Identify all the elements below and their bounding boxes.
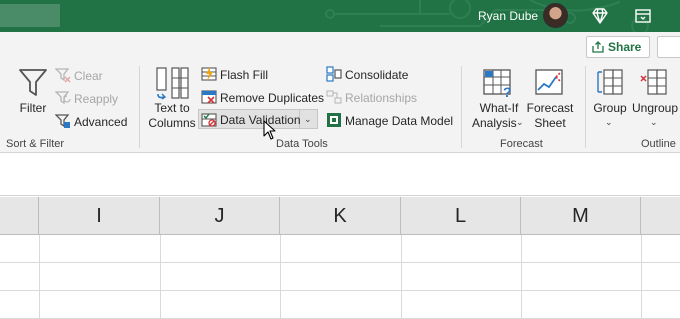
- remove-duplicates-button[interactable]: Remove Duplicates: [220, 91, 324, 105]
- ungroup-button[interactable]: Ungroup: [632, 101, 678, 115]
- column-header-l[interactable]: L: [401, 197, 521, 235]
- consolidate-icon: [326, 66, 342, 82]
- grid-line: [641, 235, 642, 319]
- advanced-button[interactable]: Advanced: [74, 115, 127, 129]
- text-to-columns-line1[interactable]: Text to: [146, 101, 198, 115]
- outline-group-label: Outline: [641, 138, 676, 150]
- relationships-button[interactable]: Relationships: [345, 91, 417, 105]
- grid-line: [39, 235, 40, 319]
- clear-filter-icon: [55, 68, 71, 83]
- cell-grid[interactable]: [0, 235, 680, 319]
- ungroup-dropdown-icon[interactable]: ⌄: [650, 117, 658, 128]
- text-to-columns-icon: [156, 67, 189, 100]
- relationships-icon: [326, 90, 342, 104]
- svg-text:?: ?: [503, 84, 512, 99]
- what-if-dropdown-icon[interactable]: ⌄: [516, 117, 524, 128]
- comments-button[interactable]: [657, 36, 680, 58]
- group-button[interactable]: Group: [590, 101, 630, 115]
- column-header-k[interactable]: K: [280, 197, 401, 235]
- advanced-filter-icon: [55, 114, 70, 128]
- group-separator: [139, 66, 140, 148]
- grid-row[interactable]: [0, 235, 680, 263]
- grid-row[interactable]: [0, 291, 680, 319]
- column-header-i[interactable]: I: [39, 197, 160, 235]
- what-if-analysis-line2[interactable]: Analysis: [472, 116, 517, 130]
- user-name[interactable]: Ryan Dube: [478, 9, 538, 23]
- column-header-partial[interactable]: [0, 197, 39, 235]
- group-separator: [461, 66, 462, 148]
- ribbon: Share Filter Clear Reapply Advanced Sort…: [0, 32, 680, 153]
- data-validation-icon: [201, 113, 217, 127]
- grid-line: [160, 235, 161, 319]
- data-tools-group-label: Data Tools: [276, 138, 328, 150]
- grid-line: [280, 235, 281, 319]
- flash-fill-icon: [201, 67, 217, 81]
- text-to-columns-line2[interactable]: Columns: [146, 116, 198, 130]
- manage-data-model-button[interactable]: Manage Data Model: [345, 114, 453, 128]
- grid-line: [401, 235, 402, 319]
- ungroup-icon: [640, 69, 667, 95]
- data-validation-dropdown-icon[interactable]: ⌄: [304, 114, 312, 125]
- flash-fill-button[interactable]: Flash Fill: [220, 68, 268, 82]
- grid-row[interactable]: [0, 263, 680, 291]
- formula-bar-area[interactable]: [0, 154, 680, 196]
- manage-data-model-icon: [327, 113, 341, 127]
- forecast-sheet-line1[interactable]: Forecast: [524, 101, 576, 115]
- column-header-m[interactable]: M: [521, 197, 641, 235]
- share-icon: [592, 41, 604, 53]
- grid-line: [521, 235, 522, 319]
- clear-button[interactable]: Clear: [74, 69, 103, 83]
- column-header-j[interactable]: J: [160, 197, 280, 235]
- mouse-cursor-icon: [263, 120, 276, 140]
- user-avatar[interactable]: [543, 3, 568, 28]
- reapply-icon: [55, 91, 71, 105]
- filter-button[interactable]: Filter: [15, 101, 51, 115]
- group-separator: [585, 66, 586, 148]
- search-box[interactable]: [0, 4, 60, 27]
- consolidate-button[interactable]: Consolidate: [345, 68, 408, 82]
- forecast-sheet-line2[interactable]: Sheet: [524, 116, 576, 130]
- group-dropdown-icon[interactable]: ⌄: [605, 117, 613, 128]
- what-if-analysis-icon: ?: [483, 69, 512, 99]
- share-label: Share: [608, 40, 642, 54]
- forecast-group-label: Forecast: [500, 138, 543, 150]
- sort-filter-group-label: Sort & Filter: [6, 138, 65, 150]
- column-header-partial[interactable]: [641, 197, 680, 235]
- reapply-button[interactable]: Reapply: [74, 92, 118, 106]
- filter-icon: [19, 69, 47, 96]
- forecast-sheet-icon: [535, 69, 563, 95]
- remove-duplicates-icon: [201, 90, 217, 104]
- title-bar: Ryan Dube: [0, 0, 680, 32]
- diamond-icon[interactable]: [590, 6, 610, 26]
- data-validation-button[interactable]: Data Validation: [220, 113, 301, 127]
- share-button[interactable]: Share: [586, 36, 650, 58]
- group-icon: [597, 69, 623, 95]
- what-if-analysis-line1[interactable]: What-If: [470, 101, 528, 115]
- ribbon-display-icon[interactable]: [633, 6, 653, 26]
- column-headers: I J K L M: [0, 197, 680, 235]
